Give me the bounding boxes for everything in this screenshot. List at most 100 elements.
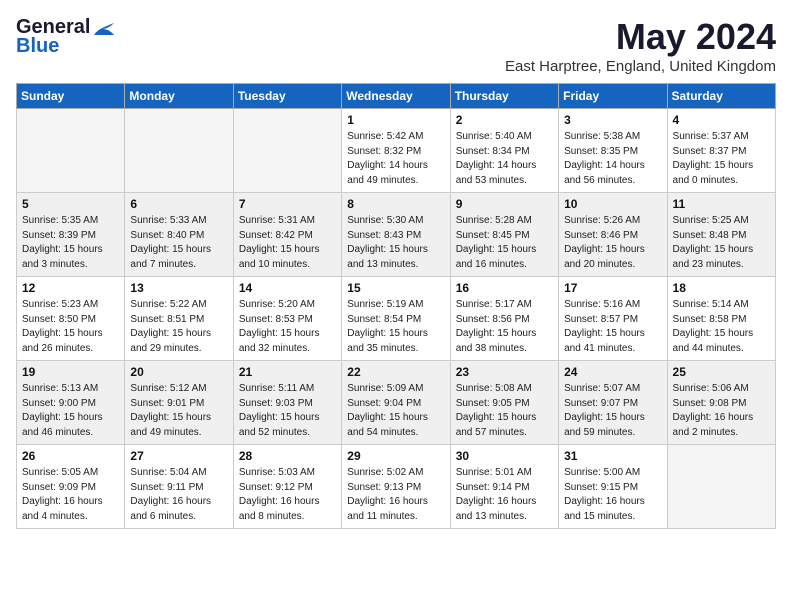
daylight-label: Daylight: 14 hours <box>564 159 661 174</box>
sunrise-text: Sunrise: 5:25 AM <box>673 214 770 229</box>
daylight-label: Daylight: 15 hours <box>347 327 444 342</box>
cell-continuation-text: and 13 minutes. <box>456 510 553 525</box>
day-number: 24 <box>564 365 661 379</box>
day-number: 5 <box>22 197 119 211</box>
cell-continuation-text: and 52 minutes. <box>239 426 336 441</box>
calendar-cell: 21Sunrise: 5:11 AMSunset: 9:03 PMDayligh… <box>233 361 341 445</box>
sunset-text: Sunset: 8:53 PM <box>239 313 336 328</box>
header-thursday: Thursday <box>450 84 558 109</box>
cell-continuation-text: and 46 minutes. <box>22 426 119 441</box>
sunrise-text: Sunrise: 5:35 AM <box>22 214 119 229</box>
calendar-cell: 9Sunrise: 5:28 AMSunset: 8:45 PMDaylight… <box>450 193 558 277</box>
calendar-cell: 17Sunrise: 5:16 AMSunset: 8:57 PMDayligh… <box>559 277 667 361</box>
daylight-label: Daylight: 15 hours <box>673 327 770 342</box>
daylight-label: Daylight: 16 hours <box>456 495 553 510</box>
sunset-text: Sunset: 8:48 PM <box>673 229 770 244</box>
cell-continuation-text: and 41 minutes. <box>564 342 661 357</box>
logo: General Blue <box>16 16 114 58</box>
page-header: General Blue May 2024 East Harptree, Eng… <box>16 16 776 75</box>
sunset-text: Sunset: 9:14 PM <box>456 481 553 496</box>
cell-continuation-text: and 4 minutes. <box>22 510 119 525</box>
calendar-cell: 24Sunrise: 5:07 AMSunset: 9:07 PMDayligh… <box>559 361 667 445</box>
sunset-text: Sunset: 8:37 PM <box>673 145 770 160</box>
sunrise-text: Sunrise: 5:33 AM <box>130 214 227 229</box>
day-number: 12 <box>22 281 119 295</box>
calendar-week-row: 19Sunrise: 5:13 AMSunset: 9:00 PMDayligh… <box>17 361 776 445</box>
day-number: 9 <box>456 197 553 211</box>
day-number: 3 <box>564 113 661 127</box>
header-monday: Monday <box>125 84 233 109</box>
cell-continuation-text: and 0 minutes. <box>673 174 770 189</box>
daylight-label: Daylight: 15 hours <box>456 327 553 342</box>
sunrise-text: Sunrise: 5:38 AM <box>564 130 661 145</box>
cell-continuation-text: and 16 minutes. <box>456 258 553 273</box>
sunrise-text: Sunrise: 5:28 AM <box>456 214 553 229</box>
calendar-cell: 12Sunrise: 5:23 AMSunset: 8:50 PMDayligh… <box>17 277 125 361</box>
daylight-label: Daylight: 15 hours <box>673 159 770 174</box>
cell-continuation-text: and 59 minutes. <box>564 426 661 441</box>
calendar-cell: 11Sunrise: 5:25 AMSunset: 8:48 PMDayligh… <box>667 193 775 277</box>
calendar-cell <box>17 109 125 193</box>
sunset-text: Sunset: 8:35 PM <box>564 145 661 160</box>
sunrise-text: Sunrise: 5:22 AM <box>130 298 227 313</box>
sunset-text: Sunset: 9:15 PM <box>564 481 661 496</box>
calendar-table: SundayMondayTuesdayWednesdayThursdayFrid… <box>16 83 776 529</box>
day-number: 4 <box>673 113 770 127</box>
sunrise-text: Sunrise: 5:12 AM <box>130 382 227 397</box>
sunset-text: Sunset: 9:07 PM <box>564 397 661 412</box>
sunset-text: Sunset: 8:34 PM <box>456 145 553 160</box>
sunset-text: Sunset: 9:04 PM <box>347 397 444 412</box>
daylight-label: Daylight: 16 hours <box>130 495 227 510</box>
day-number: 23 <box>456 365 553 379</box>
cell-continuation-text: and 8 minutes. <box>239 510 336 525</box>
daylight-label: Daylight: 15 hours <box>564 411 661 426</box>
location-subtitle: East Harptree, England, United Kingdom <box>505 58 776 75</box>
sunrise-text: Sunrise: 5:30 AM <box>347 214 444 229</box>
daylight-label: Daylight: 14 hours <box>347 159 444 174</box>
sunset-text: Sunset: 8:57 PM <box>564 313 661 328</box>
sunset-text: Sunset: 8:58 PM <box>673 313 770 328</box>
cell-continuation-text: and 6 minutes. <box>130 510 227 525</box>
day-number: 16 <box>456 281 553 295</box>
day-number: 13 <box>130 281 227 295</box>
calendar-week-row: 1Sunrise: 5:42 AMSunset: 8:32 PMDaylight… <box>17 109 776 193</box>
sunrise-text: Sunrise: 5:31 AM <box>239 214 336 229</box>
sunrise-text: Sunrise: 5:23 AM <box>22 298 119 313</box>
daylight-label: Daylight: 15 hours <box>130 243 227 258</box>
cell-continuation-text: and 57 minutes. <box>456 426 553 441</box>
day-number: 27 <box>130 449 227 463</box>
month-year-title: May 2024 <box>505 16 776 58</box>
daylight-label: Daylight: 16 hours <box>347 495 444 510</box>
calendar-cell <box>667 445 775 529</box>
calendar-cell: 20Sunrise: 5:12 AMSunset: 9:01 PMDayligh… <box>125 361 233 445</box>
cell-continuation-text: and 49 minutes. <box>130 426 227 441</box>
daylight-label: Daylight: 16 hours <box>673 411 770 426</box>
cell-continuation-text: and 44 minutes. <box>673 342 770 357</box>
sunset-text: Sunset: 8:50 PM <box>22 313 119 328</box>
daylight-label: Daylight: 15 hours <box>564 327 661 342</box>
header-sunday: Sunday <box>17 84 125 109</box>
day-number: 19 <box>22 365 119 379</box>
sunset-text: Sunset: 8:51 PM <box>130 313 227 328</box>
sunrise-text: Sunrise: 5:19 AM <box>347 298 444 313</box>
day-number: 25 <box>673 365 770 379</box>
sunrise-text: Sunrise: 5:03 AM <box>239 466 336 481</box>
sunset-text: Sunset: 8:43 PM <box>347 229 444 244</box>
calendar-cell: 8Sunrise: 5:30 AMSunset: 8:43 PMDaylight… <box>342 193 450 277</box>
logo-bird-icon <box>92 21 114 37</box>
sunrise-text: Sunrise: 5:17 AM <box>456 298 553 313</box>
calendar-cell: 7Sunrise: 5:31 AMSunset: 8:42 PMDaylight… <box>233 193 341 277</box>
day-number: 29 <box>347 449 444 463</box>
calendar-cell: 26Sunrise: 5:05 AMSunset: 9:09 PMDayligh… <box>17 445 125 529</box>
calendar-cell <box>233 109 341 193</box>
sunset-text: Sunset: 9:11 PM <box>130 481 227 496</box>
sunrise-text: Sunrise: 5:00 AM <box>564 466 661 481</box>
day-number: 14 <box>239 281 336 295</box>
cell-continuation-text: and 26 minutes. <box>22 342 119 357</box>
calendar-cell: 15Sunrise: 5:19 AMSunset: 8:54 PMDayligh… <box>342 277 450 361</box>
day-number: 2 <box>456 113 553 127</box>
calendar-cell: 18Sunrise: 5:14 AMSunset: 8:58 PMDayligh… <box>667 277 775 361</box>
daylight-label: Daylight: 15 hours <box>673 243 770 258</box>
sunrise-text: Sunrise: 5:14 AM <box>673 298 770 313</box>
sunrise-text: Sunrise: 5:37 AM <box>673 130 770 145</box>
